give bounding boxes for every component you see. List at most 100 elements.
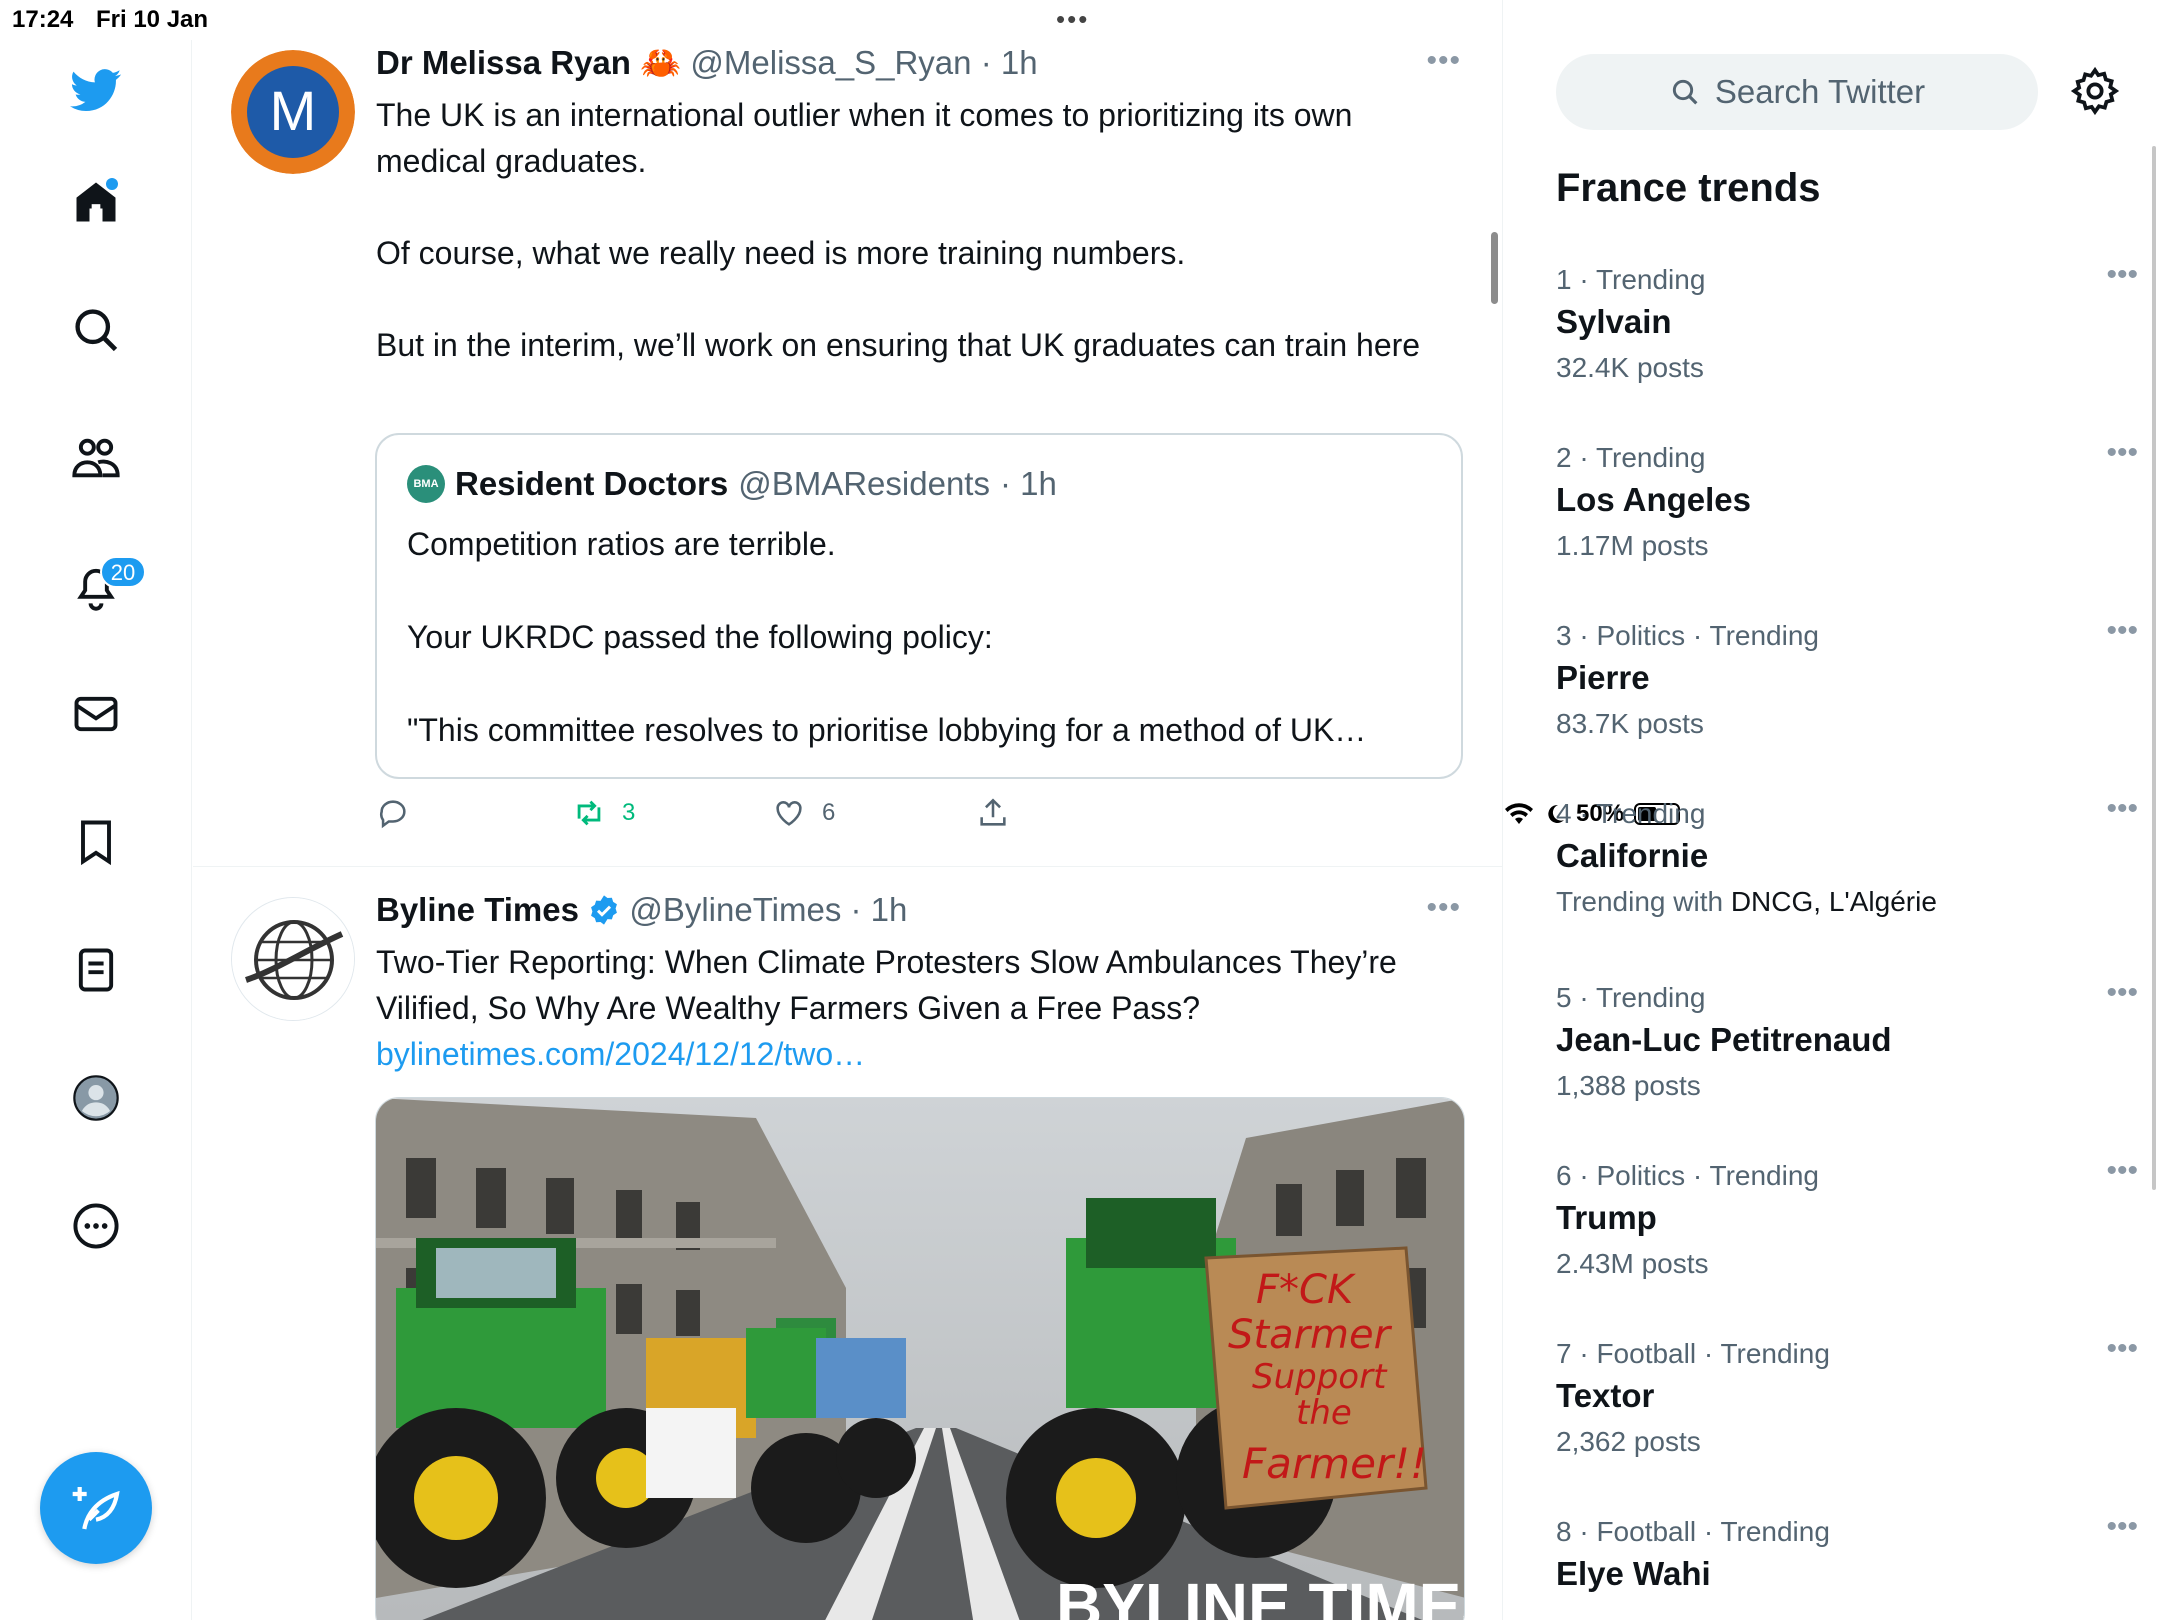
trend-more-icon[interactable]: ••• xyxy=(2106,436,2138,470)
quoted-author-handle: @BMAResidents xyxy=(738,465,990,502)
trend-topic: Elye Wahi xyxy=(1556,1555,1711,1592)
bma-logo: BMA xyxy=(407,465,445,503)
trending-with-label: Trending with xyxy=(1556,886,1731,917)
tweet-paragraph: Of course, what we really need is more t… xyxy=(376,235,1186,271)
trending-with-topics[interactable]: DNCG, L'Algérie xyxy=(1731,886,1937,917)
communities-icon[interactable] xyxy=(56,418,136,498)
sidebar-scrollbar[interactable] xyxy=(2152,146,2156,1190)
avatar[interactable] xyxy=(231,897,355,1021)
trend-meta: 5 · Trending xyxy=(1556,982,1706,1013)
trend-topic: Trump xyxy=(1556,1199,1657,1236)
author-name[interactable]: Dr Melissa Ryan xyxy=(376,44,631,81)
timeline-scrollbar[interactable] xyxy=(1491,232,1498,304)
profile-avatar-icon[interactable] xyxy=(56,1058,136,1138)
verified-badge-icon xyxy=(591,895,618,925)
trend-count: Trending with DNCG, L'Algérie xyxy=(1556,880,2116,924)
tweet-divider xyxy=(193,866,1503,867)
trend-item[interactable]: 2 · Trending Los Angeles 1.17M posts ••• xyxy=(1556,436,2138,568)
like-button[interactable]: 6 xyxy=(772,796,835,830)
author-handle[interactable]: @BylineTimes xyxy=(629,891,841,928)
tweet-time: · 1h xyxy=(980,44,1038,81)
more-options-circle-icon[interactable] xyxy=(56,1186,136,1266)
trend-meta: 7 · Football · Trending xyxy=(1556,1338,1830,1369)
trend-item[interactable]: 4 · Trending Californie Trending with DN… xyxy=(1556,792,2138,924)
tweet-text: The UK is an international outlier when … xyxy=(376,92,1466,368)
quoted-paragraph: Your UKRDC passed the following policy: xyxy=(407,619,993,655)
trend-meta: 8 · Football · Trending xyxy=(1556,1516,1830,1547)
quoted-tweet[interactable]: BMA Resident Doctors @BMAResidents · 1h … xyxy=(375,433,1463,779)
article-link[interactable]: bylinetimes.com/2024/12/12/two… xyxy=(376,1036,865,1072)
home-unread-dot xyxy=(106,178,118,190)
search-input[interactable]: Search Twitter xyxy=(1556,54,2038,130)
trend-count: 2.43M posts xyxy=(1556,1248,1709,1279)
notifications-bell-icon[interactable]: 20 xyxy=(56,546,146,626)
trend-topic: Jean-Luc Petitrenaud xyxy=(1556,1021,1892,1058)
sign-line: Support xyxy=(1252,1357,1388,1397)
trend-meta: 4 · Trending xyxy=(1556,798,1706,829)
tweet-more-icon[interactable]: ••• xyxy=(1426,891,1461,925)
share-button[interactable] xyxy=(976,796,1010,830)
avatar-letter: M xyxy=(270,79,317,142)
trend-more-icon[interactable]: ••• xyxy=(2106,1154,2138,1188)
feather-plus-icon xyxy=(72,1487,120,1530)
trend-topic: Los Angeles xyxy=(1556,481,1751,518)
author-handle[interactable]: @Melissa_S_Ryan xyxy=(690,44,971,81)
trend-topic: Pierre xyxy=(1556,659,1650,696)
search-placeholder: Search Twitter xyxy=(1714,73,1926,110)
trend-count: 32.4K posts xyxy=(1556,352,1704,383)
tweet-media-image[interactable]: F*CK Starmer Support the Farmer!! BYLINE… xyxy=(375,1097,1465,1620)
trend-meta: 2 · Trending xyxy=(1556,442,1706,473)
trend-more-icon[interactable]: ••• xyxy=(2106,1510,2138,1544)
trend-more-icon[interactable]: ••• xyxy=(2106,792,2138,826)
retweet-icon xyxy=(577,800,601,826)
tweet-paragraph: The UK is an international outlier when … xyxy=(376,97,1353,179)
avatar[interactable]: M xyxy=(231,50,355,174)
home-icon[interactable] xyxy=(56,162,136,242)
quoted-tweet-time: · 1h xyxy=(999,465,1057,502)
trend-item[interactable]: 3 · Politics · Trending Pierre 83.7K pos… xyxy=(1556,614,2138,746)
tweet-paragraph: Two-Tier Reporting: When Climate Protest… xyxy=(376,944,1397,1026)
explore-search-icon[interactable] xyxy=(56,290,136,370)
quoted-tweet-text: Competition ratios are terrible. Your UK… xyxy=(407,521,1437,800)
search-icon xyxy=(1672,79,1698,105)
trend-more-icon[interactable]: ••• xyxy=(2106,614,2138,648)
trend-item[interactable]: 1 · Trending Sylvain 32.4K posts ••• xyxy=(1556,258,2138,390)
trend-item[interactable]: 8 · Football · Trending Elye Wahi ••• xyxy=(1556,1510,2138,1598)
trend-more-icon[interactable]: ••• xyxy=(2106,976,2138,1010)
quoted-paragraph: "This committee resolves to prioritise l… xyxy=(407,712,1367,748)
reply-button[interactable] xyxy=(376,796,410,830)
image-watermark: BYLINE TIMES xyxy=(1056,1570,1465,1620)
trend-item[interactable]: 6 · Politics · Trending Trump 2.43M post… xyxy=(1556,1154,2138,1286)
author-name[interactable]: Byline Times xyxy=(376,891,579,928)
tweet-actions: 3 6 xyxy=(376,796,1236,836)
trends-title: France trends xyxy=(1556,166,1821,210)
heart-icon xyxy=(776,801,802,826)
trend-count: 2,362 posts xyxy=(1556,1426,1701,1457)
tweet-more-icon[interactable]: ••• xyxy=(1426,44,1461,78)
settings-gear-icon[interactable] xyxy=(2070,66,2120,116)
timeline: M Dr Melissa Ryan 🦀 @Melissa_S_Ryan · 1h… xyxy=(193,0,1503,1620)
trend-topic: Textor xyxy=(1556,1377,1655,1414)
lists-icon[interactable] xyxy=(56,930,136,1010)
trend-meta: 6 · Politics · Trending xyxy=(1556,1160,1819,1191)
quoted-author-name: Resident Doctors xyxy=(455,465,729,502)
trend-count: 1,388 posts xyxy=(1556,1070,1701,1101)
like-count: 6 xyxy=(822,799,836,826)
tweet-text: Two-Tier Reporting: When Climate Protest… xyxy=(376,939,1466,1077)
reply-icon xyxy=(380,800,406,829)
trend-item[interactable]: 5 · Trending Jean-Luc Petitrenaud 1,388 … xyxy=(1556,976,2138,1108)
trend-topic: Californie xyxy=(1556,837,1709,874)
trend-item[interactable]: 7 · Football · Trending Textor 2,362 pos… xyxy=(1556,1332,2138,1464)
bookmarks-icon[interactable] xyxy=(56,802,136,882)
trend-count: 1.17M posts xyxy=(1556,530,1709,561)
twitter-logo-icon[interactable] xyxy=(56,50,136,130)
clock: 17:24 xyxy=(12,6,74,33)
compose-tweet-button[interactable] xyxy=(40,1452,152,1564)
trend-count: 83.7K posts xyxy=(1556,708,1704,739)
trend-more-icon[interactable]: ••• xyxy=(2106,1332,2138,1366)
trend-more-icon[interactable]: ••• xyxy=(2106,258,2138,292)
retweet-button[interactable]: 3 xyxy=(572,796,635,830)
messages-mail-icon[interactable] xyxy=(56,674,136,754)
trend-meta: 3 · Politics · Trending xyxy=(1556,620,1819,651)
sign-line: Starmer xyxy=(1228,1312,1393,1358)
